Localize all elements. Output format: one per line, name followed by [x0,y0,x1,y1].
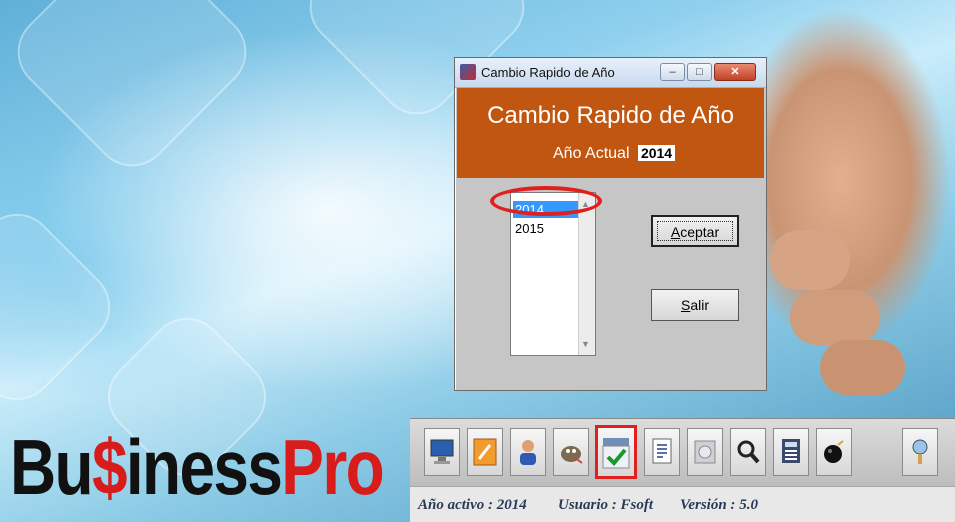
businesspro-logo: Bu$inessPro [10,420,385,515]
dialog-title: Cambio Rapido de Año [481,65,615,80]
maximize-button[interactable]: □ [687,63,712,81]
bomb-icon[interactable] [816,428,852,476]
focus-rectangle [657,221,733,241]
logo-text-pro: Pro [281,423,384,511]
close-button[interactable]: ✕ [714,63,756,81]
hand-finger [790,290,880,345]
dialog-header: Cambio Rapido de Año Año Actual 2014 [457,88,764,178]
header-title: Cambio Rapido de Año [487,102,734,129]
hand-finger [820,340,905,395]
help-icon[interactable] [902,428,938,476]
status-version: Versión : 5.0 [680,497,758,514]
year-listbox[interactable]: 2014 2015 ▲ ▼ [510,192,596,356]
accept-button[interactable]: Aceptar [651,215,739,247]
selection-highlight-annotation [490,186,602,216]
hand-finger [770,230,850,290]
current-year-value: 2014 [637,145,676,161]
list-item-2015[interactable]: 2015 [513,220,581,237]
listbox-scrollbar[interactable]: ▲ ▼ [578,193,595,355]
disk-icon[interactable] [687,428,723,476]
status-user: Usuario : Fsoft [558,497,653,514]
tools-icon[interactable] [467,428,503,476]
status-bar: Año activo : 2014 Usuario : Fsoft Versió… [410,486,955,522]
status-active-year: Año activo : 2014 [418,497,527,514]
search-icon[interactable] [730,428,766,476]
user-icon[interactable] [510,428,546,476]
exit-button-label: Salir [680,297,709,313]
main-toolbar [410,418,955,486]
scroll-down-icon[interactable]: ▼ [581,339,590,349]
logo-dollar: $ [91,423,128,511]
status-user-value: Fsoft [620,497,654,513]
app-icon [460,64,476,80]
current-year-label: Año Actual [553,145,630,162]
check-icon[interactable] [595,425,637,479]
status-year-label: Año activo : [418,497,493,513]
dialog-titlebar[interactable]: Cambio Rapido de Año – □ ✕ [455,58,766,88]
gimp-icon[interactable] [553,428,589,476]
logo-text-bu: Bu [10,423,94,511]
status-version-label: Versión : [680,497,736,513]
logo-text-iness: iness [125,423,283,511]
year-change-dialog: Cambio Rapido de Año – □ ✕ Cambio Rapido… [454,57,767,391]
status-year-value: 2014 [496,497,527,513]
document-icon[interactable] [644,428,680,476]
exit-button[interactable]: Salir [651,289,739,321]
background-shape [1,0,263,183]
current-year-row: Año Actual 2014 [553,145,676,163]
monitor-icon[interactable] [424,428,460,476]
background-shape [0,198,126,416]
status-version-value: 5.0 [739,497,758,513]
minimize-button[interactable]: – [660,63,685,81]
status-user-label: Usuario : [558,497,617,513]
calculator-icon[interactable] [773,428,809,476]
